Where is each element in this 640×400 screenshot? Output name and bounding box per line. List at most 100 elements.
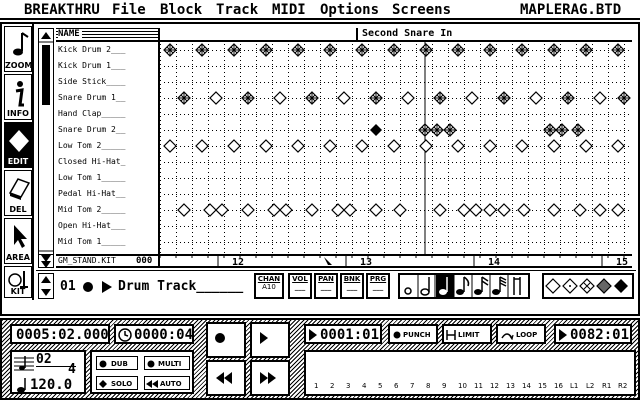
note-event[interactable] [517,203,531,217]
menu-track[interactable]: Track [216,2,258,18]
prg-box[interactable]: PRG ___ [366,273,390,299]
instrument-name[interactable]: Low Tom 1_____ [58,170,125,186]
multi-button[interactable]: MULTI [144,356,190,370]
note-event[interactable] [401,91,415,105]
scroll-thumb[interactable] [42,45,50,105]
instrument-name[interactable]: Open Hi-Hat___ [58,218,125,234]
note-event[interactable] [561,91,575,105]
solo-button[interactable]: SOLO [96,376,138,390]
velocity-empty-icon[interactable] [545,278,561,294]
note-event[interactable] [419,43,433,57]
note-event[interactable] [387,43,401,57]
note-event[interactable] [323,139,337,153]
instrument-name[interactable]: Kick Drum 2___ [58,42,125,58]
instrument-name[interactable]: Mid Tom 2_____ [58,202,125,218]
note-event[interactable] [291,43,305,57]
note-event[interactable] [579,43,593,57]
menu-app-breakthru[interactable]: BREAKTHRU [24,2,100,18]
note-event[interactable] [547,139,561,153]
position-pointer-icon[interactable] [324,257,332,265]
kit-tool[interactable]: KIT [4,266,32,298]
note-event[interactable] [469,203,483,217]
note-event[interactable] [177,203,191,217]
instrument-name[interactable]: Closed Hi-Hat_ [58,154,125,170]
note-event[interactable] [259,139,273,153]
velocity-dark-icon[interactable] [596,278,612,294]
vol-box[interactable]: VOL ___ [288,273,312,299]
note-event[interactable] [291,139,305,153]
note-event[interactable] [593,91,607,105]
note-event[interactable] [267,203,281,217]
note-event[interactable] [279,203,293,217]
instrument-name[interactable]: Mid Tom 1_____ [58,234,125,250]
delete-tool[interactable]: DEL [4,170,32,216]
note-event[interactable] [177,91,191,105]
limit-button[interactable]: LIMIT [442,324,492,344]
note-event[interactable] [611,43,625,57]
menu-file[interactable]: File [112,2,146,18]
time-display[interactable]: 0000:04 [114,324,194,344]
triplet-icon[interactable] [513,277,521,295]
note-event[interactable] [515,139,529,153]
pan-box[interactable]: PAN ___ [314,273,338,299]
note-event[interactable] [227,43,241,57]
play-indicator-icon[interactable] [102,281,112,293]
note-event[interactable] [355,43,369,57]
velocity-filled-icon[interactable] [614,279,628,293]
note-event[interactable] [547,203,561,217]
note-event[interactable] [355,139,369,153]
edit-tool[interactable]: EDIT [4,122,32,168]
note-event[interactable] [515,43,529,57]
play-button[interactable] [250,322,290,358]
note-event[interactable] [209,91,223,105]
note-event[interactable] [419,139,433,153]
scroll-up-arrow-icon[interactable] [41,32,51,39]
note-event[interactable] [323,43,337,57]
area-tool[interactable]: AREA [4,218,32,264]
note-event[interactable] [305,203,319,217]
instrument-name[interactable]: Snare Drum 1__ [58,90,125,106]
note-event[interactable] [483,139,497,153]
fast-forward-button[interactable] [250,360,290,396]
eighth-note-icon[interactable] [456,276,470,295]
rewind-button[interactable] [206,360,246,396]
menu-options[interactable]: Options [320,2,379,18]
dub-button[interactable]: DUB [96,356,138,370]
note-event[interactable] [611,139,625,153]
vertical-scrollbar[interactable] [38,28,54,268]
instrument-name[interactable]: Kick Drum 1___ [58,58,125,74]
position-display[interactable]: 0005:02.000 [10,324,110,344]
menu-screens[interactable]: Screens [392,2,451,18]
note-event[interactable] [369,203,383,217]
note-event[interactable] [443,123,457,137]
note-event[interactable] [433,91,447,105]
info-tool[interactable]: INFO [4,74,32,120]
note-event[interactable] [573,203,587,217]
note-event[interactable] [273,91,287,105]
note-event[interactable] [529,91,543,105]
note-event[interactable] [465,91,479,105]
punch-start-display[interactable]: 0001:01 [304,324,382,344]
sixteenth-note-icon[interactable] [474,276,489,295]
tempo-signature-display[interactable]: 02 4 120.0 [10,350,86,394]
note-event[interactable] [215,203,229,217]
track-name[interactable]: Drum Track______ [118,279,243,295]
record-button[interactable] [206,322,246,358]
note-event[interactable] [483,43,497,57]
note-event[interactable] [457,203,471,217]
note-event[interactable] [343,203,357,217]
note-event[interactable] [227,139,241,153]
half-note-icon[interactable] [420,277,430,296]
instrument-name[interactable]: Low Tom 2_____ [58,138,125,154]
note-event[interactable] [451,139,465,153]
kit-name[interactable]: GM_STAND.KIT [58,256,116,266]
note-event[interactable] [393,203,407,217]
note-event[interactable] [195,139,209,153]
note-event[interactable] [433,203,447,217]
auto-button[interactable]: AUTO [144,376,190,390]
note-event[interactable] [617,91,631,105]
note-event[interactable] [241,91,255,105]
instrument-name[interactable]: Pedal Hi-Hat__ [58,186,125,202]
note-event[interactable] [451,43,465,57]
note-event[interactable] [555,123,569,137]
